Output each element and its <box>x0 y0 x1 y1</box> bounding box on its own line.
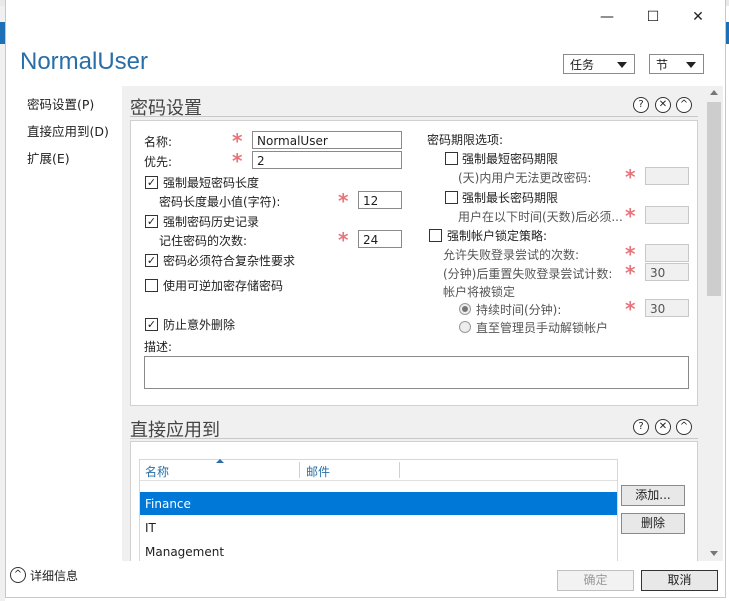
scroll-down-icon[interactable] <box>710 551 718 556</box>
required-icon: * <box>625 242 636 266</box>
applies-section-divider <box>130 438 698 439</box>
enforce-min-age-label: 强制最短密码期限 <box>462 152 559 166</box>
history-count-field[interactable]: 24 <box>358 230 402 248</box>
lockout-policy-label: 强制帐户锁定策略: <box>447 229 548 243</box>
enforce-min-age-checkbox[interactable] <box>445 152 458 165</box>
column-header-mail[interactable]: 邮件 <box>306 463 330 480</box>
chevron-down-icon <box>686 62 696 68</box>
priority-label: 优先: <box>144 155 173 169</box>
reversible-encryption-checkbox[interactable] <box>145 279 158 292</box>
age-options-label: 密码期限选项: <box>427 133 504 147</box>
collapse-section-icon[interactable]: ^ <box>676 419 692 435</box>
min-length-label: 密码长度最小值(字符): <box>159 195 281 209</box>
complexity-checkbox[interactable]: ✓ <box>145 254 158 267</box>
protect-deletion-checkbox[interactable]: ✓ <box>145 318 158 331</box>
required-icon: * <box>625 261 636 285</box>
enforce-max-age-checkbox[interactable] <box>445 191 458 204</box>
required-icon: * <box>338 228 349 252</box>
priority-field[interactable]: 2 <box>252 151 402 169</box>
description-label: 描述: <box>144 340 173 354</box>
sidebar-item-extensions[interactable]: 扩展(E) <box>27 148 70 167</box>
min-length-field[interactable]: 12 <box>358 191 402 209</box>
required-icon: * <box>625 204 636 228</box>
enforce-min-length-label: 强制最短密码长度 <box>163 176 260 190</box>
name-label: 名称: <box>144 135 173 149</box>
complexity-label: 密码必须符合复杂性要求 <box>163 254 296 268</box>
duration-label: 持续时间(分钟): <box>476 303 562 317</box>
protect-deletion-label: 防止意外删除 <box>163 318 236 332</box>
description-field[interactable] <box>144 356 689 389</box>
min-age-field[interactable] <box>645 167 689 185</box>
scrollbar-thumb[interactable] <box>707 102 721 296</box>
row-name: Finance <box>145 497 191 511</box>
duration-field[interactable]: 30 <box>645 299 689 317</box>
required-icon: * <box>232 129 243 153</box>
history-count-label: 记住密码的次数: <box>159 234 248 248</box>
list-header: 名称 邮件 <box>140 459 617 481</box>
ok-button[interactable]: 确定 <box>557 570 634 591</box>
sections-dropdown-label: 节 <box>656 58 669 72</box>
min-age-label: (天)内用户无法更改密码: <box>458 171 592 185</box>
enforce-min-length-checkbox[interactable]: ✓ <box>145 176 158 189</box>
help-icon[interactable]: ? <box>633 419 649 435</box>
collapse-section-icon[interactable]: ^ <box>676 97 692 113</box>
duration-radio[interactable] <box>459 303 471 315</box>
sort-ascending-icon <box>216 459 224 463</box>
content-scroll-area: 密码设置 ? ✕ ^ 名称: * NormalUser 优先: * 2 ✓ 强制… <box>122 86 705 561</box>
password-section-divider <box>130 116 698 117</box>
sidebar-item-directly-applies-to[interactable]: 直接应用到(D) <box>27 121 109 140</box>
chevron-down-icon <box>617 62 627 68</box>
reversible-encryption-label: 使用可逆加密存储密码 <box>163 279 284 293</box>
close-section-icon[interactable]: ✕ <box>655 419 671 435</box>
reset-after-label: (分钟)后重置失败登录尝试计数: <box>443 267 613 281</box>
scroll-up-icon[interactable] <box>710 90 718 95</box>
close-section-icon[interactable]: ✕ <box>655 97 671 113</box>
required-icon: * <box>232 149 243 173</box>
cancel-button[interactable]: 取消 <box>641 570 718 591</box>
applies-list[interactable]: 名称 邮件 Finance IT Management <box>139 459 618 561</box>
enforce-history-checkbox[interactable]: ✓ <box>145 215 158 228</box>
max-age-label: 用户在以下时间(天数)后必须... <box>458 210 623 224</box>
failed-attempts-field[interactable] <box>645 244 689 262</box>
until-unlock-radio[interactable] <box>459 321 471 333</box>
table-row[interactable]: Management <box>140 540 617 561</box>
tasks-dropdown[interactable]: 任务 <box>563 54 635 74</box>
required-icon: * <box>625 297 636 321</box>
column-divider <box>299 462 300 478</box>
column-header-name[interactable]: 名称 <box>145 463 169 480</box>
window-title: NormalUser <box>20 48 149 75</box>
lockout-policy-checkbox[interactable] <box>429 229 442 242</box>
required-icon: * <box>338 189 349 213</box>
table-row[interactable]: IT <box>140 516 617 539</box>
name-field[interactable]: NormalUser <box>252 131 402 149</box>
applies-panel: 名称 邮件 Finance IT Management 添加... 删除 <box>130 441 698 561</box>
close-button[interactable]: ✕ <box>684 6 712 28</box>
help-icon[interactable]: ? <box>633 97 649 113</box>
maximize-button[interactable]: ☐ <box>639 6 667 28</box>
enforce-max-age-label: 强制最长密码期限 <box>462 191 559 205</box>
sidebar-item-password-settings[interactable]: 密码设置(P) <box>27 94 94 113</box>
max-age-field[interactable] <box>645 206 689 224</box>
row-name: Management <box>145 545 225 559</box>
table-row[interactable]: Finance <box>140 492 617 515</box>
password-settings-panel: 名称: * NormalUser 优先: * 2 ✓ 强制最短密码长度 密码长度… <box>130 120 698 406</box>
lockout-mode-label: 帐户将被锁定 <box>443 285 516 299</box>
required-icon: * <box>625 165 636 189</box>
details-toggle[interactable]: 详细信息 <box>30 567 78 584</box>
add-button[interactable]: 添加... <box>621 485 685 506</box>
column-divider <box>399 462 400 478</box>
remove-button[interactable]: 删除 <box>621 513 685 534</box>
row-name: IT <box>145 521 156 535</box>
sections-dropdown[interactable]: 节 <box>649 54 704 74</box>
chevron-up-icon[interactable]: ^ <box>10 567 26 583</box>
reset-after-field[interactable]: 30 <box>645 263 689 281</box>
tasks-dropdown-label: 任务 <box>570 58 595 72</box>
until-unlock-label: 直至管理员手动解锁帐户 <box>476 321 609 335</box>
failed-attempts-label: 允许失败登录尝试的次数: <box>443 248 580 262</box>
enforce-history-label: 强制密码历史记录 <box>163 215 260 229</box>
minimize-button[interactable]: — <box>593 6 621 28</box>
